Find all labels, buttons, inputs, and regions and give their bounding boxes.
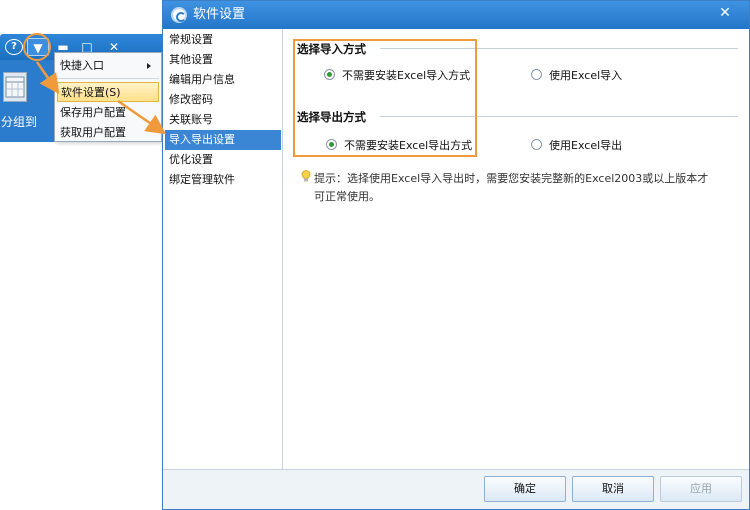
menu-item-software-settings[interactable]: 软件设置(S) [57,82,159,102]
background-app-label: 分组到 [1,115,38,129]
import-export-panel: 选择导入方式 不需要安装Excel导入方式 使用Excel导入 选择导出方式 不… [284,29,749,469]
nav-item-import-export[interactable]: 导入导出设置 [165,130,281,150]
dialog-body: 常规设置 其他设置 编辑用户信息 修改密码 关联账号 导入导出设置 优化设置 绑… [163,29,749,469]
menu-separator [57,78,159,79]
app-logo-icon [171,7,187,23]
import-option-excel-radio[interactable] [531,69,542,80]
nav-item-general[interactable]: 常规设置 [165,30,281,50]
nav-item-bind-management[interactable]: 绑定管理软件 [165,170,281,190]
ok-button[interactable]: 确定 [484,476,566,502]
help-icon[interactable]: ? [5,39,23,55]
context-menu: 快捷入口 软件设置(S) 保存用户配置 获取用户配置 [54,52,162,142]
nav-item-other[interactable]: 其他设置 [165,50,281,70]
nav-item-optimize[interactable]: 优化设置 [165,150,281,170]
nav-item-change-password[interactable]: 修改密码 [165,90,281,110]
settings-nav: 常规设置 其他设置 编辑用户信息 修改密码 关联账号 导入导出设置 优化设置 绑… [163,29,283,469]
export-option-excel-radio[interactable] [531,139,542,150]
import-option-excel-label[interactable]: 使用Excel导入 [549,67,622,83]
menu-item-label: 保存用户配置 [60,106,126,119]
submenu-arrow-icon [147,63,151,69]
menu-item-save-user-config[interactable]: 保存用户配置 [57,103,159,123]
apply-button[interactable]: 应用 [660,476,742,502]
calendar-icon[interactable] [3,72,27,102]
highlight-circle [23,33,51,61]
dialog-title: 软件设置 [193,7,246,22]
nav-item-edit-user-info[interactable]: 编辑用户信息 [165,70,281,90]
settings-dialog: 软件设置 ✕ 常规设置 其他设置 编辑用户信息 修改密码 关联账号 导入导出设置… [162,0,750,510]
highlight-box [293,39,477,157]
menu-item-fetch-user-config[interactable]: 获取用户配置 [57,123,159,143]
cancel-button[interactable]: 取消 [572,476,654,502]
menu-item-label: 软件设置(S) [61,86,121,99]
menu-item-label: 获取用户配置 [60,126,126,139]
lightbulb-icon [301,170,311,182]
nav-item-linked-accounts[interactable]: 关联账号 [165,110,281,130]
dialog-titlebar[interactable]: 软件设置 ✕ [163,1,749,29]
tip-text: 提示：选择使用Excel导入导出时，需要您安装完整新的Excel2003或以上版… [314,172,709,203]
export-option-excel-label[interactable]: 使用Excel导出 [549,137,622,153]
menu-item-label: 快捷入口 [60,59,104,72]
menu-item-shortcut-entry[interactable]: 快捷入口 [57,56,159,76]
dialog-footer: 确定 取消 应用 [163,469,749,509]
close-icon[interactable]: ✕ [715,3,735,23]
